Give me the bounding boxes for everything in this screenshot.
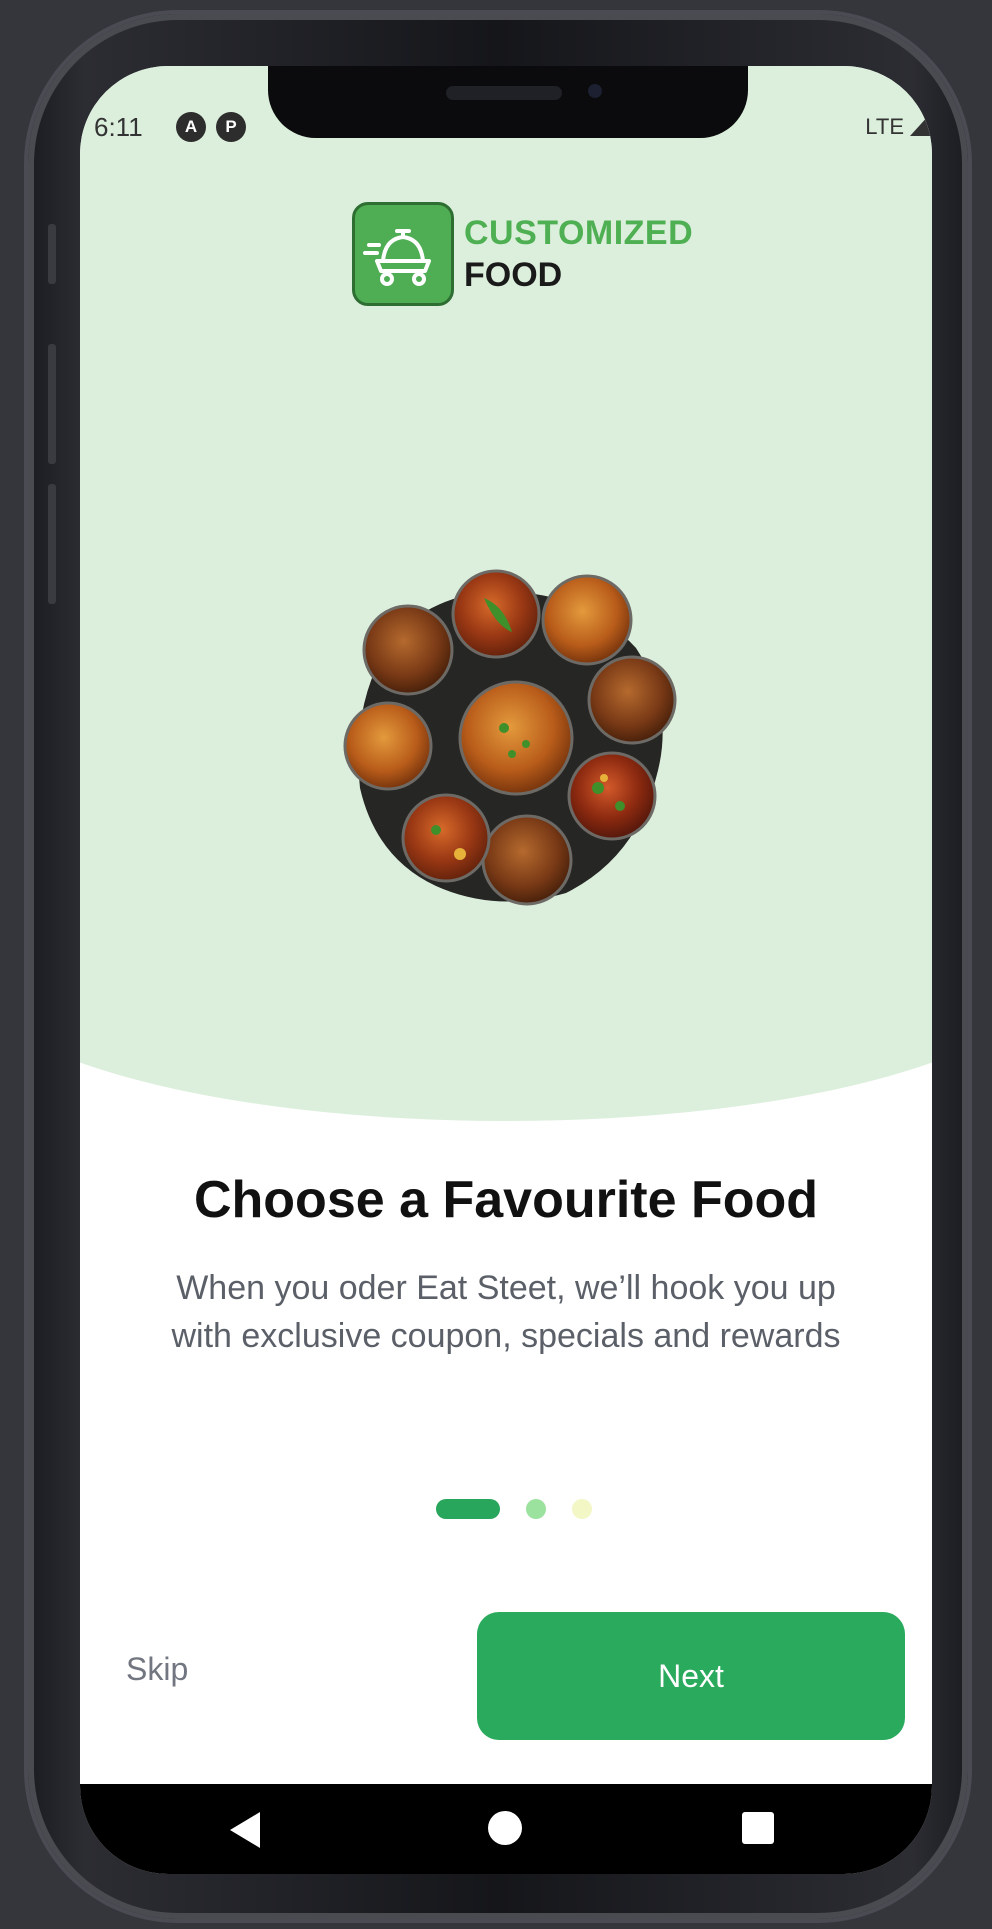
page-dot-2[interactable] — [526, 1499, 546, 1519]
network-type: LTE — [865, 114, 904, 139]
food-platter-image — [343, 569, 677, 906]
skip-button[interactable]: Skip — [126, 1651, 188, 1688]
system-nav-bar — [80, 1784, 932, 1874]
volume-up-button — [48, 344, 56, 464]
onboarding-description: When you oder Eat Steet, we’ll hook you … — [171, 1269, 841, 1355]
page-dot-3[interactable] — [572, 1499, 592, 1519]
next-button[interactable]: Next — [477, 1612, 905, 1740]
brand-name-line2: FOOD — [464, 256, 563, 294]
status-time: 6:11 — [94, 112, 143, 142]
volume-down-button — [48, 484, 56, 604]
page-dot-active[interactable] — [436, 1499, 500, 1519]
notification-p-icon: P — [216, 112, 246, 142]
speaker-grille — [446, 86, 562, 100]
logo-icon — [352, 202, 454, 306]
page-indicator — [80, 1496, 932, 1522]
mute-switch — [48, 224, 56, 284]
brand-name-line1: CUSTOMIZED — [464, 214, 694, 252]
recents-square-icon[interactable] — [742, 1812, 774, 1844]
onboarding-title: Choose a Favourite Food — [193, 1171, 819, 1229]
back-triangle-icon[interactable] — [230, 1812, 260, 1848]
front-camera — [588, 84, 602, 98]
app-screen: 6:11 A P LTE CUSTOMIZED FOOD Choose a Fa… — [80, 66, 932, 1874]
home-circle-icon[interactable] — [488, 1811, 522, 1845]
notification-a-icon: A — [176, 112, 206, 142]
camera-notch — [268, 66, 748, 138]
delivery-cloche-icon — [363, 229, 431, 286]
